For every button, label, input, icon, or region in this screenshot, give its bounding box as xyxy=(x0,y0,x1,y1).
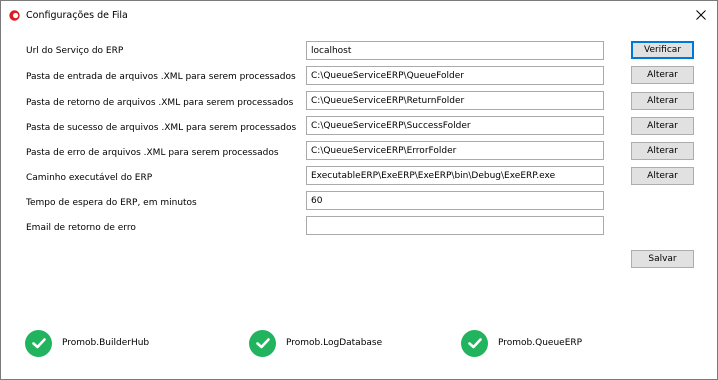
return-folder-label: Pasta de retorno de arquivos .XML para s… xyxy=(26,98,294,108)
erp-executable-label: Caminho executável do ERP xyxy=(26,173,153,183)
return-folder-field[interactable] xyxy=(306,91,604,110)
check-circle-icon xyxy=(461,329,488,357)
change-return-folder-button[interactable]: Alterar xyxy=(631,92,694,110)
app-red-circle-icon xyxy=(9,10,20,21)
service-status-logdatabase: Promob.LogDatabase xyxy=(249,329,382,357)
erp-executable-field[interactable] xyxy=(306,166,604,185)
error-email-label: Email de retorno de erro xyxy=(26,223,136,233)
error-email-field[interactable] xyxy=(306,216,604,235)
change-input-folder-button[interactable]: Alterar xyxy=(631,66,694,84)
save-button[interactable]: Salvar xyxy=(631,250,694,268)
input-folder-label: Pasta de entrada de arquivos .XML para s… xyxy=(26,72,296,82)
success-folder-field[interactable] xyxy=(306,116,604,135)
success-folder-label: Pasta de sucesso de arquivos .XML para s… xyxy=(26,123,297,133)
url-label: Url do Serviço do ERP xyxy=(26,46,124,56)
check-circle-icon xyxy=(249,329,276,357)
settings-window: Configurações de Fila Url do Serviço do … xyxy=(0,0,718,380)
close-button[interactable] xyxy=(691,7,711,25)
erp-timeout-field[interactable] xyxy=(306,191,604,210)
change-erp-executable-button[interactable]: Alterar xyxy=(631,167,694,185)
service-status-queueerp: Promob.QueueERP xyxy=(461,329,582,357)
close-icon xyxy=(696,9,706,23)
service-name: Promob.BuilderHub xyxy=(62,338,150,348)
service-name: Promob.QueueERP xyxy=(498,338,583,348)
change-error-folder-button[interactable]: Alterar xyxy=(631,142,694,160)
change-success-folder-button[interactable]: Alterar xyxy=(631,117,694,135)
verify-button[interactable]: Verificar xyxy=(631,41,694,59)
error-folder-field[interactable] xyxy=(306,141,604,160)
service-status-builderhub: Promob.BuilderHub xyxy=(25,329,149,357)
service-name: Promob.LogDatabase xyxy=(286,338,383,348)
error-folder-label: Pasta de erro de arquivos .XML para sere… xyxy=(26,148,279,158)
erp-timeout-label: Tempo de espera do ERP, em minutos xyxy=(26,198,197,208)
check-circle-icon xyxy=(25,329,52,357)
url-input[interactable] xyxy=(306,41,604,60)
input-folder-field[interactable] xyxy=(306,66,604,85)
title-bar: Configurações de Fila xyxy=(1,1,717,31)
window-title: Configurações de Fila xyxy=(26,10,128,21)
